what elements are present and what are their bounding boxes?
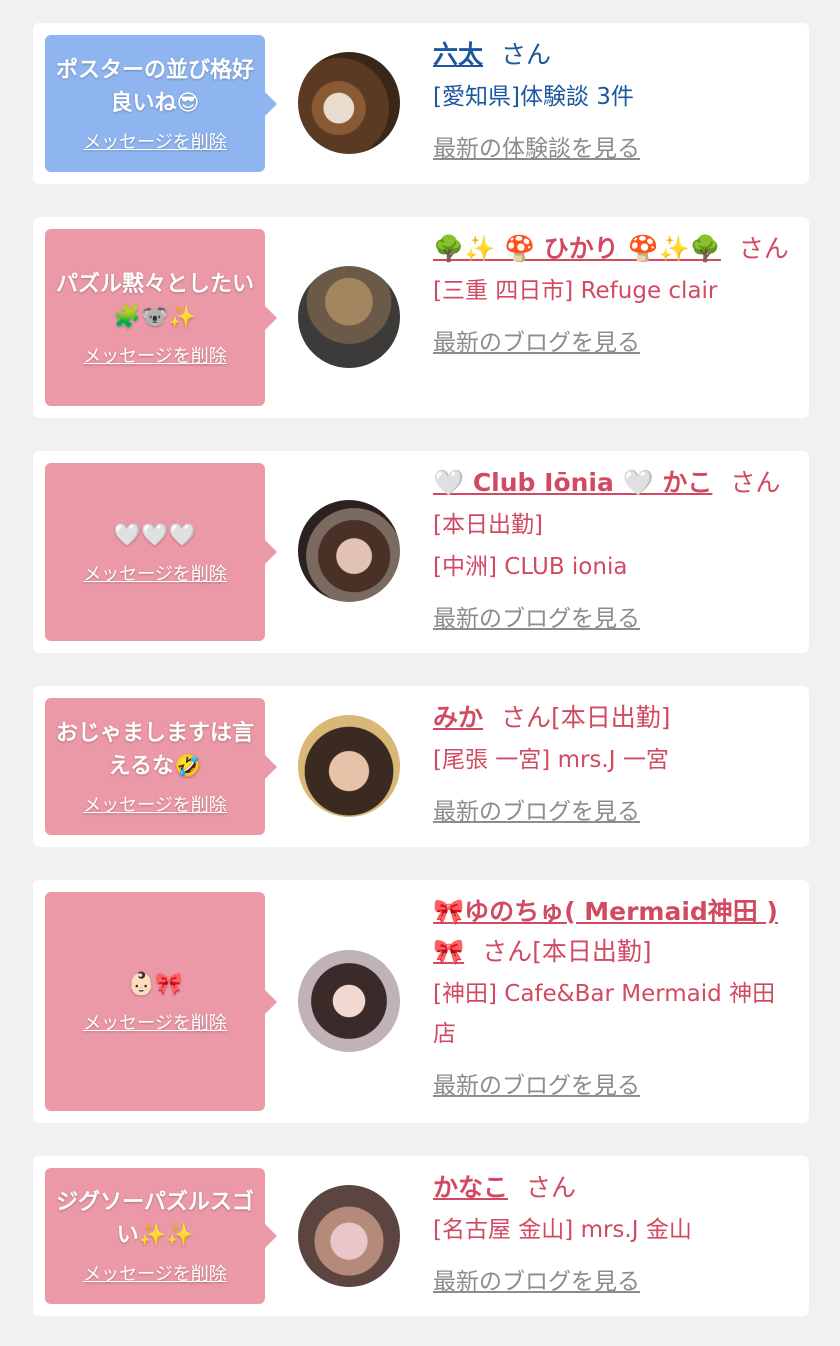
delete-message-link[interactable]: メッセージを削除: [83, 791, 227, 817]
name-line: 🌳✨ 🍄 ひかり 🍄✨🌳 さん: [433, 229, 795, 269]
honorific: さん: [482, 937, 533, 966]
avatar[interactable]: [298, 266, 400, 368]
user-name-link[interactable]: かなこ: [433, 1173, 508, 1202]
user-info: 🤍 Club Iōnia 🤍 かこ さん [本日出勤] [中洲] CLUB ion…: [433, 463, 795, 633]
message-bubble: 👶🏻🎀 メッセージを削除: [45, 892, 277, 1111]
latest-blog-link[interactable]: 最新のブログを見る: [433, 792, 795, 826]
honorific: さん: [501, 703, 552, 732]
user-name-link[interactable]: 🌳✨ 🍄 ひかり 🍄✨🌳: [433, 234, 721, 263]
message-card: パズル黙々としたい🧩🐨✨ メッセージを削除 🌳✨ 🍄 ひかり 🍄✨🌳 さん [三重…: [33, 217, 809, 418]
name-line: かなこ さん: [433, 1168, 795, 1208]
message-text: 🤍🤍🤍: [113, 522, 197, 548]
user-info: みか さん[本日出勤] [尾張 一宮] mrs.J 一宮 最新のブログを見る: [433, 698, 795, 826]
delete-message-link[interactable]: メッセージを削除: [83, 1009, 227, 1035]
latest-blog-link[interactable]: 最新のブログを見る: [433, 1066, 795, 1100]
user-meta: [三重 四日市] Refuge clair: [433, 278, 718, 304]
honorific: さん: [526, 1173, 577, 1202]
latest-blog-link[interactable]: 最新のブログを見る: [433, 599, 795, 633]
avatar[interactable]: [298, 715, 400, 817]
message-bubble: ポスターの並び格好良いね😎 メッセージを削除: [45, 35, 277, 172]
message-text: ポスターの並び格好良いね😎: [55, 57, 254, 116]
message-bubble: おじゃましますは言えるな🤣 メッセージを削除: [45, 698, 277, 835]
latest-blog-link[interactable]: 最新のブログを見る: [433, 323, 795, 357]
message-text: 👶🏻🎀: [127, 972, 183, 997]
message-text: パズル黙々としたい🧩🐨✨: [55, 271, 254, 330]
user-info: 🎀ゆのちゅ( Mermaid神田 )🎀 さん[本日出勤] [神田] Cafe&Ba…: [433, 892, 795, 1100]
user-name-link[interactable]: 六太: [433, 40, 483, 69]
message-card: 🤍🤍🤍 メッセージを削除 🤍 Club Iōnia 🤍 かこ さん [本日出勤] …: [33, 451, 809, 653]
message-card: ジグソーパズルスゴい✨✨ メッセージを削除 かなこ さん [名古屋 金山] mrs…: [33, 1156, 809, 1316]
user-meta: [名古屋 金山] mrs.J 金山: [433, 1217, 692, 1243]
name-line: 六太 さん: [433, 35, 795, 75]
user-info: 六太 さん [愛知県]体験談 3件 最新の体験談を見る: [433, 35, 795, 163]
delete-message-link[interactable]: メッセージを削除: [83, 342, 227, 368]
honorific: さん: [501, 40, 552, 69]
message-text: ジグソーパズルスゴい✨✨: [56, 1190, 254, 1248]
user-info: かなこ さん [名古屋 金山] mrs.J 金山 最新のブログを見る: [433, 1168, 795, 1296]
user-meta: [愛知県]体験談 3件: [433, 84, 634, 110]
delete-message-link[interactable]: メッセージを削除: [83, 128, 227, 154]
user-name-link[interactable]: みか: [433, 703, 483, 732]
user-meta: [中洲] CLUB ionia: [433, 554, 628, 580]
work-status: [本日出勤]: [433, 512, 543, 538]
avatar[interactable]: [298, 1185, 400, 1287]
message-text: おじゃましますは言えるな🤣: [55, 720, 254, 779]
honorific: さん: [738, 234, 789, 263]
avatar[interactable]: [298, 950, 400, 1052]
delete-message-link[interactable]: メッセージを削除: [83, 560, 227, 586]
latest-blog-link[interactable]: 最新のブログを見る: [433, 1262, 795, 1296]
avatar[interactable]: [298, 52, 400, 154]
name-line: みか さん[本日出勤]: [433, 698, 795, 738]
name-line: 🎀ゆのちゅ( Mermaid神田 )🎀 さん[本日出勤]: [433, 892, 795, 972]
delete-message-link[interactable]: メッセージを削除: [83, 1260, 227, 1286]
message-bubble: ジグソーパズルスゴい✨✨ メッセージを削除: [45, 1168, 277, 1304]
user-info: 🌳✨ 🍄 ひかり 🍄✨🌳 さん [三重 四日市] Refuge clair 最新の…: [433, 229, 795, 357]
name-line: 🤍 Club Iōnia 🤍 かこ さん: [433, 463, 795, 503]
user-name-link[interactable]: 🤍 Club Iōnia 🤍 かこ: [433, 468, 712, 497]
message-bubble: パズル黙々としたい🧩🐨✨ メッセージを削除: [45, 229, 277, 406]
avatar[interactable]: [298, 500, 400, 602]
name-suffix: [本日出勤]: [551, 703, 671, 732]
user-meta: [尾張 一宮] mrs.J 一宮: [433, 747, 669, 773]
message-card: ポスターの並び格好良いね😎 メッセージを削除 六太 さん [愛知県]体験談 3件 …: [33, 23, 809, 184]
honorific: さん: [730, 468, 781, 497]
name-suffix: [本日出勤]: [532, 937, 652, 966]
latest-review-link[interactable]: 最新の体験談を見る: [433, 129, 795, 163]
message-bubble: 🤍🤍🤍 メッセージを削除: [45, 463, 277, 641]
user-meta: [神田] Cafe&Bar Mermaid 神田店: [433, 981, 776, 1047]
message-card: おじゃましますは言えるな🤣 メッセージを削除 みか さん[本日出勤] [尾張 一宮…: [33, 686, 809, 847]
message-card: 👶🏻🎀 メッセージを削除 🎀ゆのちゅ( Mermaid神田 )🎀 さん[本日出勤]…: [33, 880, 809, 1123]
